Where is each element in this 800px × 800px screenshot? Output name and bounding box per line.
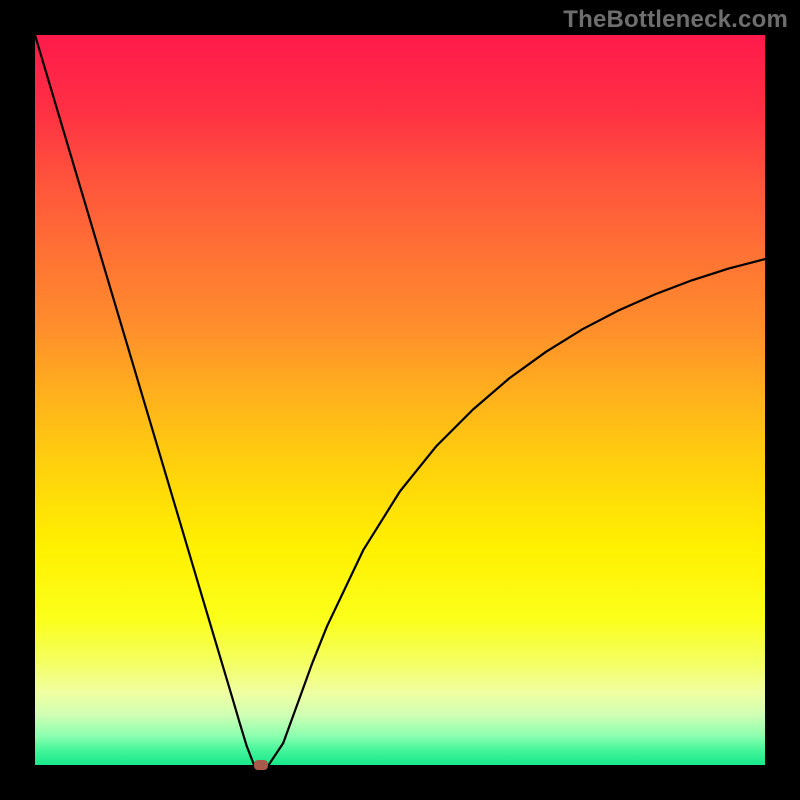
plot-area	[35, 35, 765, 765]
optimal-point-marker	[254, 760, 268, 770]
watermark-text: TheBottleneck.com	[563, 6, 788, 34]
bottleneck-curve	[35, 35, 765, 765]
chart-frame: TheBottleneck.com	[0, 0, 800, 800]
